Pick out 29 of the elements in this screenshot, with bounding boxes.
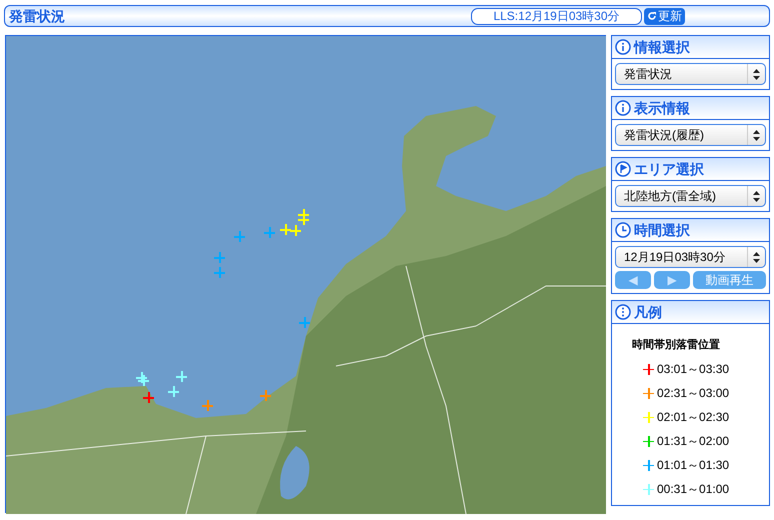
- panel-title: エリア選択: [634, 160, 704, 178]
- dropdown-select[interactable]: 発雷状況(履歴): [615, 124, 766, 146]
- legend-label: 02:31～03:00: [657, 384, 730, 402]
- dropdown-select[interactable]: 北陸地方(雷全域): [615, 185, 766, 207]
- clock-icon: [615, 222, 631, 238]
- legend-label: 01:31～02:00: [657, 432, 730, 450]
- info-icon: [615, 100, 631, 116]
- legend-label: 02:01～02:30: [657, 408, 730, 426]
- refresh-icon: [647, 11, 657, 21]
- legend-label: 00:31～01:00: [657, 480, 730, 498]
- page-title: 発雷状況: [9, 6, 66, 26]
- updown-arrows-icon: [753, 190, 760, 202]
- legend-label: 03:01～03:30: [657, 360, 730, 378]
- dropdown-select[interactable]: 12月19日03時30分: [615, 246, 766, 268]
- panel-title: 凡例: [634, 302, 662, 322]
- panel-title: 情報選択: [634, 38, 690, 56]
- updown-arrows-icon: [753, 68, 760, 80]
- updown-arrows-icon: [753, 252, 760, 262]
- updown-arrows-icon: [753, 130, 760, 140]
- panel-title: 表示情報: [634, 98, 690, 118]
- timestamp-label: LLS:12月19日03時30分: [471, 8, 642, 24]
- dots-icon: [615, 304, 631, 320]
- flag-icon: [615, 161, 631, 177]
- info-icon: [615, 39, 631, 55]
- panel-title: 時間選択: [634, 220, 690, 240]
- legend-label: 01:01～01:30: [657, 456, 730, 474]
- dropdown-select[interactable]: 発雷状況: [615, 63, 766, 85]
- refresh-button[interactable]: 更新: [644, 8, 685, 24]
- legend-subtitle: 時間帯別落雷位置: [631, 338, 721, 353]
